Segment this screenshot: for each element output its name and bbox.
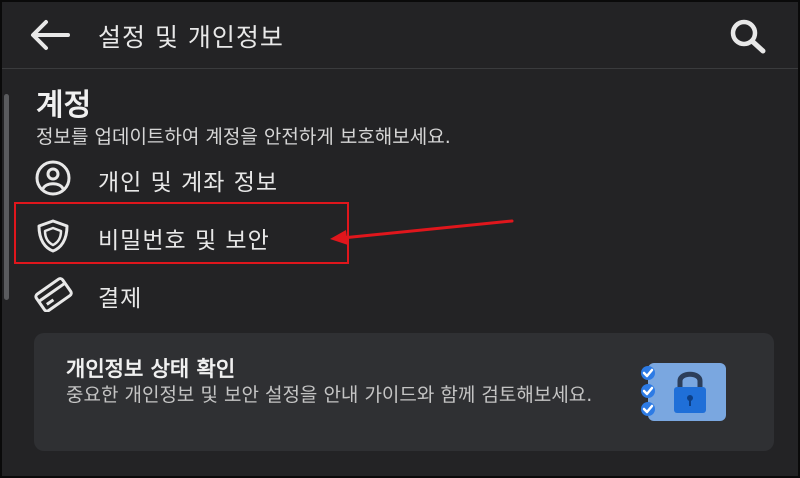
section-title: 계정 [36, 88, 92, 123]
scrollbar[interactable] [4, 94, 9, 300]
back-arrow-icon [31, 20, 70, 50]
payment-card-icon [34, 277, 73, 313]
person-circle-icon [35, 160, 71, 196]
top-app-bar: 설정 및 개인정보 [2, 2, 798, 69]
checklist-lock-icon [641, 363, 726, 421]
search-button[interactable] [726, 16, 770, 56]
highlight-annotation-box [14, 202, 349, 264]
settings-screen: 설정 및 개인정보 계정 정보를 업데이트하여 계정을 안전하게 보호해보세요.… [0, 0, 800, 478]
menu-item-label: 결제 [98, 286, 143, 312]
card-description: 중요한 개인정보 및 보안 설정을 안내 가이드와 함께 검토해보세요. [66, 384, 593, 406]
section-description: 정보를 업데이트하여 계정을 안전하게 보호해보세요. [36, 126, 451, 148]
menu-item-payment[interactable]: 결제 [32, 272, 552, 316]
menu-item-label: 개인 및 계좌 정보 [98, 170, 279, 196]
page-title: 설정 및 개인정보 [98, 23, 284, 52]
back-button[interactable] [28, 18, 72, 52]
privacy-checkup-card[interactable]: 개인정보 상태 확인 중요한 개인정보 및 보안 설정을 안내 가이드와 함께 … [34, 333, 774, 451]
search-icon [730, 19, 766, 54]
card-title: 개인정보 상태 확인 [66, 357, 236, 381]
menu-item-personal-info[interactable]: 개인 및 계좌 정보 [32, 156, 552, 200]
annotation-arrow-icon [330, 219, 514, 245]
